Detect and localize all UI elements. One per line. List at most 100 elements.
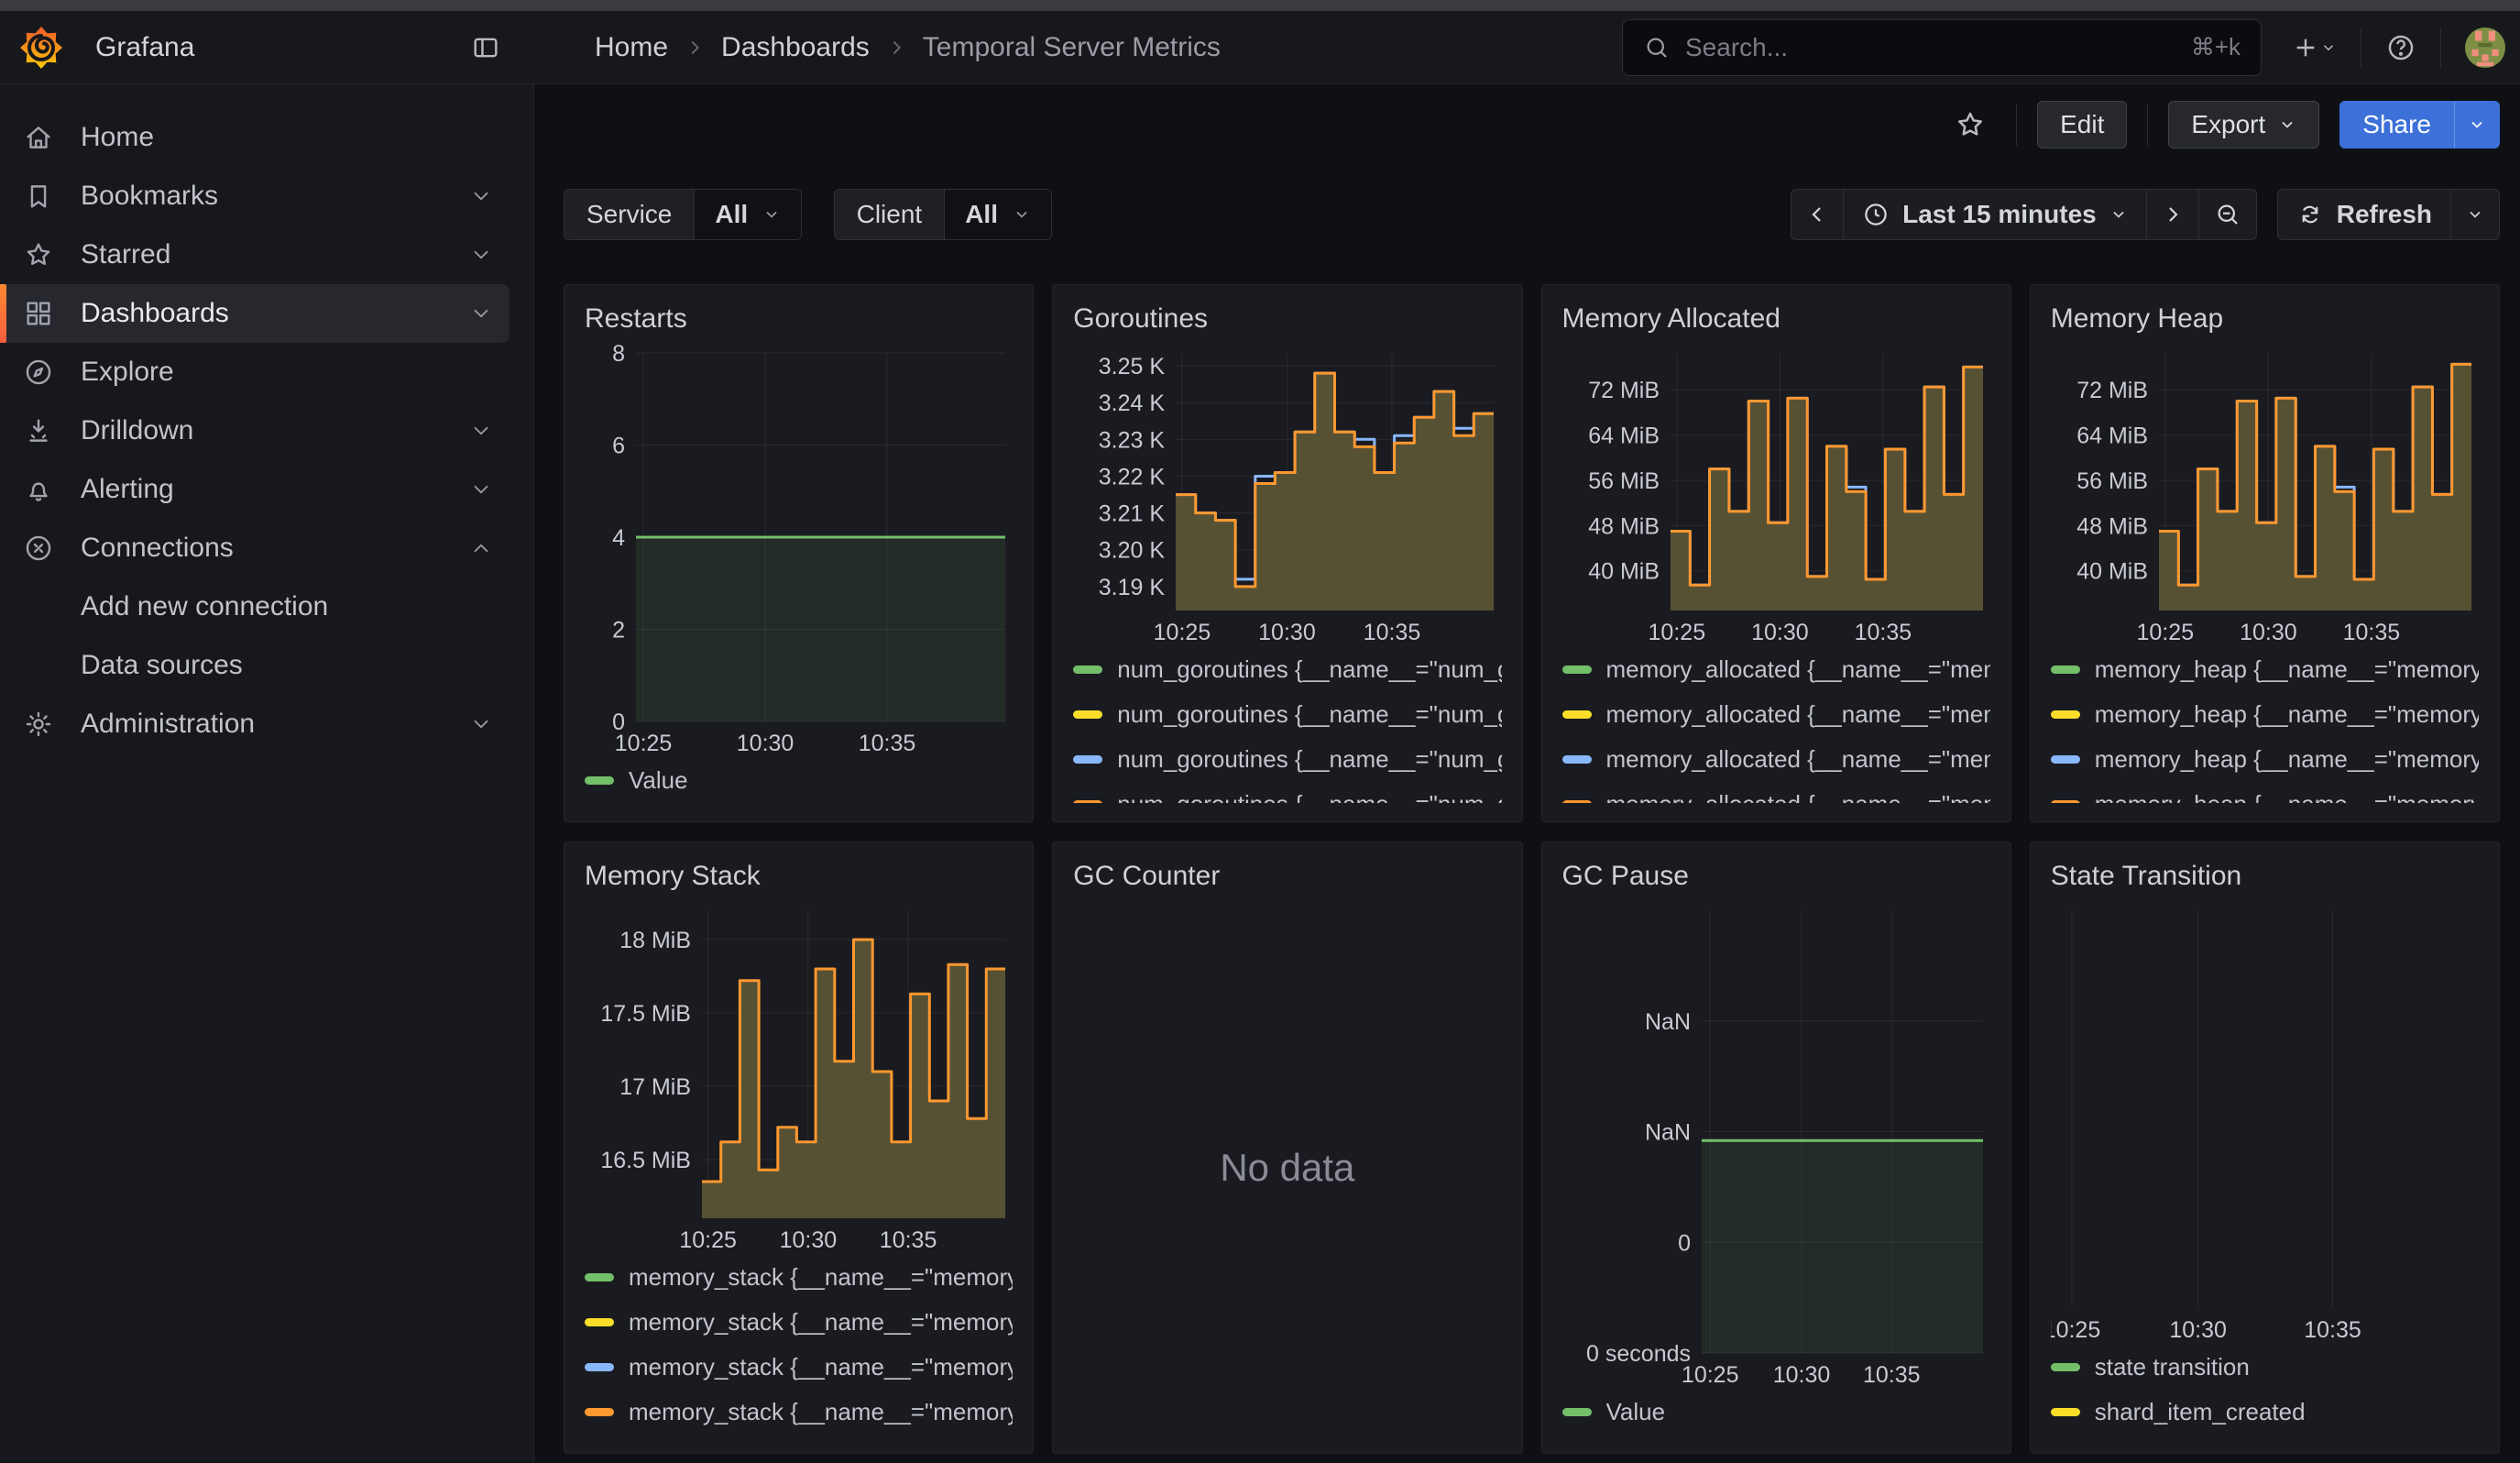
svg-text:10:25: 10:25 bbox=[615, 731, 673, 756]
panels-grid: Restarts8642010:2510:3010:35ValueGorouti… bbox=[534, 240, 2520, 1454]
svg-text:10:30: 10:30 bbox=[1772, 1362, 1830, 1388]
series-color-dash bbox=[1073, 666, 1102, 674]
legend-item[interactable]: memory_allocated {__name__="memo bbox=[1562, 692, 1990, 737]
refresh-button[interactable]: Refresh bbox=[2277, 189, 2451, 240]
svg-text:NaN: NaN bbox=[1644, 1009, 1690, 1035]
client-filter: Client All bbox=[834, 189, 1052, 240]
svg-text:10:30: 10:30 bbox=[1751, 620, 1809, 645]
user-avatar[interactable] bbox=[2465, 28, 2505, 68]
chevron-down-icon bbox=[2320, 39, 2337, 56]
legend-item[interactable]: memory_allocated {__name__="memo bbox=[1562, 647, 1990, 692]
series-color-dash bbox=[2051, 800, 2080, 803]
zoom-out-button[interactable] bbox=[2199, 189, 2257, 240]
client-filter-value[interactable]: All bbox=[945, 190, 1051, 239]
sidebar-item-drilldown[interactable]: Drilldown bbox=[0, 402, 509, 460]
service-filter-value[interactable]: All bbox=[695, 190, 801, 239]
panel-chart[interactable]: 10:2510:3010:35 bbox=[2051, 901, 2479, 1345]
sidebar-item-alerting[interactable]: Alerting bbox=[0, 460, 509, 519]
time-back-button[interactable] bbox=[1791, 189, 1844, 240]
sidebar-item-data-sources[interactable]: Data sources bbox=[0, 636, 509, 695]
legend-item[interactable]: num_goroutines {__name__="num_go bbox=[1073, 692, 1501, 737]
legend-item[interactable]: num_goroutines {__name__="num_go bbox=[1073, 737, 1501, 782]
panel-chart[interactable]: 72 MiB64 MiB56 MiB48 MiB40 MiB10:2510:30… bbox=[2051, 344, 2479, 647]
legend-item[interactable]: num_goroutines {__name__="num_go bbox=[1073, 647, 1501, 692]
refresh-interval-button[interactable] bbox=[2451, 189, 2500, 240]
svg-text:10:25: 10:25 bbox=[2051, 1317, 2100, 1343]
sidebar-item-label: Home bbox=[81, 122, 154, 153]
panel-title[interactable]: Memory Stack bbox=[585, 861, 1013, 901]
gear-icon bbox=[22, 709, 55, 740]
sidebar-item-dashboards[interactable]: Dashboards bbox=[0, 284, 509, 343]
panel-chart[interactable]: 18 MiB17.5 MiB17 MiB16.5 MiB10:2510:3010… bbox=[585, 901, 1013, 1255]
legend-item[interactable]: memory_stack {__name__="memory_s bbox=[585, 1300, 1013, 1345]
panel-chart[interactable]: No data bbox=[1073, 901, 1501, 1435]
sidebar-item-home[interactable]: Home bbox=[0, 108, 509, 167]
share-button[interactable]: Share bbox=[2339, 101, 2454, 148]
panel-title[interactable]: State Transition bbox=[2051, 861, 2479, 901]
series-color-dash bbox=[585, 1318, 614, 1326]
plug-icon bbox=[22, 533, 55, 564]
panel-chart[interactable]: NaNNaN00 seconds10:2510:3010:35 bbox=[1562, 901, 1990, 1390]
sidebar-item-bookmarks[interactable]: Bookmarks bbox=[0, 167, 509, 226]
legend-item[interactable]: memory_allocated {__name__="memo bbox=[1562, 782, 1990, 803]
svg-text:3.23 K: 3.23 K bbox=[1099, 427, 1166, 453]
service-filter: Service All bbox=[564, 189, 802, 240]
panel-title[interactable]: Memory Heap bbox=[2051, 303, 2479, 344]
panel-legend: state transitionshard_item_created bbox=[2051, 1345, 2479, 1435]
sidebar-item-add-new-connection[interactable]: Add new connection bbox=[0, 578, 509, 636]
breadcrumb-home[interactable]: Home bbox=[595, 32, 668, 63]
legend-label: num_goroutines {__name__="num_go bbox=[1117, 700, 1501, 729]
legend-item[interactable]: num_goroutines {__name__="num_go bbox=[1073, 782, 1501, 803]
chevron-down-icon bbox=[1013, 205, 1031, 224]
sidebar-toggle-button[interactable] bbox=[461, 23, 510, 72]
legend-item[interactable]: state transition bbox=[2051, 1345, 2479, 1390]
series-color-dash bbox=[585, 1408, 614, 1416]
legend-item[interactable]: memory_stack {__name__="memory_s bbox=[585, 1390, 1013, 1435]
sidebar-item-administration[interactable]: Administration bbox=[0, 695, 509, 754]
star-icon bbox=[1954, 108, 1987, 141]
legend-item[interactable]: Value bbox=[1562, 1390, 1990, 1435]
search-box[interactable]: ⌘+k bbox=[1622, 19, 2262, 76]
panel-gc-pause: GC PauseNaNNaN00 seconds10:2510:3010:35V… bbox=[1541, 842, 2011, 1454]
time-forward-button[interactable] bbox=[2147, 189, 2199, 240]
time-range-picker[interactable]: Last 15 minutes bbox=[1844, 189, 2147, 240]
legend-item[interactable]: memory_allocated {__name__="memo bbox=[1562, 737, 1990, 782]
svg-text:3.25 K: 3.25 K bbox=[1099, 354, 1166, 380]
panel-chart[interactable]: 8642010:2510:3010:35 bbox=[585, 344, 1013, 758]
svg-text:2: 2 bbox=[612, 618, 625, 644]
search-input[interactable] bbox=[1685, 33, 2191, 62]
panel-title[interactable]: Goroutines bbox=[1073, 303, 1501, 344]
panel-title[interactable]: Restarts bbox=[585, 303, 1013, 344]
legend-item[interactable]: memory_stack {__name__="memory_s bbox=[585, 1255, 1013, 1300]
legend-item[interactable]: memory_heap {__name__="memory_h bbox=[2051, 782, 2479, 803]
svg-text:0 seconds: 0 seconds bbox=[1586, 1341, 1691, 1367]
legend-item[interactable]: memory_heap {__name__="memory_h bbox=[2051, 737, 2479, 782]
legend-item[interactable]: memory_heap {__name__="memory_h bbox=[2051, 647, 2479, 692]
help-button[interactable] bbox=[2376, 23, 2426, 72]
panel-title[interactable]: GC Counter bbox=[1073, 861, 1501, 901]
svg-text:10:25: 10:25 bbox=[2136, 620, 2194, 645]
legend-item[interactable]: Value bbox=[585, 758, 1013, 803]
sidebar-item-label: Dashboards bbox=[81, 298, 229, 329]
panel-chart[interactable]: 3.25 K3.24 K3.23 K3.22 K3.21 K3.20 K3.19… bbox=[1073, 344, 1501, 647]
share-options-button[interactable] bbox=[2454, 101, 2500, 148]
chevron-down-icon bbox=[469, 243, 493, 267]
breadcrumb-dashboards[interactable]: Dashboards bbox=[721, 32, 870, 63]
legend-item[interactable]: memory_stack {__name__="memory_s bbox=[585, 1345, 1013, 1390]
panel-title[interactable]: Memory Allocated bbox=[1562, 303, 1990, 344]
favorite-star-button[interactable] bbox=[1945, 99, 1996, 150]
sidebar-item-explore[interactable]: Explore bbox=[0, 343, 509, 402]
sidebar-item-label: Explore bbox=[81, 357, 174, 388]
legend-item[interactable]: shard_item_created bbox=[2051, 1390, 2479, 1435]
nav-left: Grafana bbox=[0, 23, 534, 72]
panel-title[interactable]: GC Pause bbox=[1562, 861, 1990, 901]
panel-legend: memory_allocated {__name__="memomemory_a… bbox=[1562, 647, 1990, 803]
series-color-dash bbox=[585, 776, 614, 785]
panel-chart[interactable]: 72 MiB64 MiB56 MiB48 MiB40 MiB10:2510:30… bbox=[1562, 344, 1990, 647]
add-button[interactable] bbox=[2282, 24, 2346, 72]
sidebar-item-connections[interactable]: Connections bbox=[0, 519, 509, 578]
export-button[interactable]: Export bbox=[2168, 101, 2319, 148]
sidebar-item-starred[interactable]: Starred bbox=[0, 226, 509, 284]
legend-item[interactable]: memory_heap {__name__="memory_h bbox=[2051, 692, 2479, 737]
edit-button[interactable]: Edit bbox=[2037, 101, 2127, 148]
